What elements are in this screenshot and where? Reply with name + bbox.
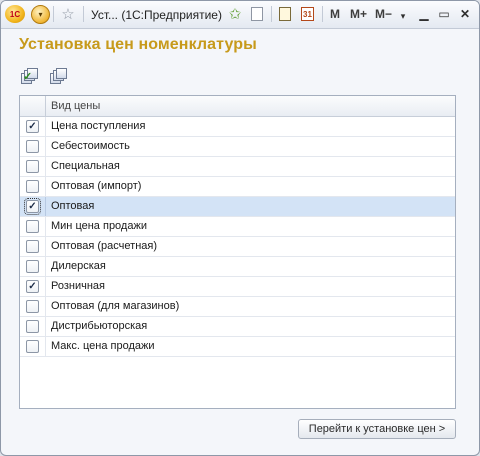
row-checkbox[interactable] [26,260,39,273]
row-check-cell [20,157,46,176]
row-checkbox[interactable]: ✓ [26,120,39,133]
calendar-button[interactable]: 31 [300,5,315,23]
window-title: Уст... (1С:Предприятие) [91,8,222,22]
table-body: ✓ Цена поступления Себестоимость Специальна… [20,117,455,357]
table-row[interactable]: Себестоимость [20,137,455,157]
command-bar: ✓ [21,68,67,86]
price-type-name: Макс. цена продажи [51,340,155,352]
price-type-name: Оптовая [51,200,95,212]
row-checkbox[interactable] [26,240,39,253]
row-checkbox[interactable] [26,320,39,333]
table-row[interactable]: Дистрибьюторская [20,317,455,337]
row-checkbox[interactable] [26,300,39,313]
memory-m-button[interactable]: M [330,5,340,23]
check-column-header[interactable] [20,96,46,116]
memory-minus-button[interactable]: M− [375,5,392,23]
table-row[interactable]: Макс. цена продажи [20,337,455,357]
row-checkbox[interactable] [26,220,39,233]
deselect-all-icon[interactable] [50,68,67,85]
select-all-icon[interactable]: ✓ [21,68,38,85]
title-menu-chevron-icon[interactable]: ▾ [395,7,411,25]
row-check-cell [20,217,46,236]
toolbar-separator [53,6,54,22]
price-type-name: Цена поступления [51,120,146,132]
1c-logo-icon[interactable]: 1С [5,5,25,23]
table-row[interactable]: ✓ Цена поступления [20,117,455,137]
price-type-name: Дистрибьюторская [51,320,148,332]
row-check-cell [20,257,46,276]
row-check-cell [20,237,46,256]
document-button[interactable] [250,5,264,23]
table-row[interactable]: Специальная [20,157,455,177]
toolbar-separator [271,6,272,22]
row-checkbox[interactable]: ✓ [24,198,41,215]
minimize-button[interactable]: ▁ [416,5,432,23]
document-icon [251,7,263,21]
toolbar-separator [322,6,323,22]
go-to-price-setting-button[interactable]: Перейти к установке цен > [298,419,456,439]
dropdown-menu-button[interactable]: ▾ [31,4,50,24]
table-row[interactable]: Мин цена продажи [20,217,455,237]
row-check-cell [20,317,46,336]
table-row[interactable]: Оптовая (для магазинов) [20,297,455,317]
table-row[interactable]: Оптовая (импорт) [20,177,455,197]
row-checkbox[interactable] [26,180,39,193]
table-row[interactable]: Оптовая (расчетная) [20,237,455,257]
row-check-cell: ✓ [20,117,46,136]
dropdown-menu-icon: ▾ [31,4,50,24]
row-check-cell: ✓ [20,277,46,296]
price-type-name: Специальная [51,160,120,172]
row-check-cell [20,337,46,356]
maximize-button[interactable]: ▭ [436,5,452,23]
price-types-table: Вид цены ✓ Цена поступления Себестоимость С… [19,95,456,409]
title-bar: 1С ▾ ☆ Уст... (1С:Предприятие) ✩ 31 M M+… [1,1,479,29]
table-row[interactable]: ✓ Оптовая [20,197,455,217]
table-row[interactable]: ✓ Розничная [20,277,455,297]
add-favorite-icon[interactable]: ✩ [227,5,243,23]
price-type-name: Оптовая (импорт) [51,180,142,192]
price-type-name: Оптовая (для магазинов) [51,300,180,312]
row-check-cell [20,177,46,196]
table-header: Вид цены [20,96,455,117]
form-title: Установка цен номенклатуры [19,36,257,53]
row-checkbox[interactable] [26,340,39,353]
memory-plus-button[interactable]: M+ [350,5,367,23]
form-window: 1С ▾ ☆ Уст... (1С:Предприятие) ✩ 31 M M+… [0,0,480,456]
row-checkbox[interactable] [26,160,39,173]
price-type-name: Дилерская [51,260,106,272]
row-check-cell: ✓ [20,197,46,216]
row-checkbox[interactable] [26,140,39,153]
close-button[interactable]: ✕ [457,5,473,23]
row-checkbox[interactable]: ✓ [26,280,39,293]
column-header-price-type[interactable]: Вид цены [46,96,100,116]
calendar-icon: 31 [301,7,314,21]
price-type-name: Мин цена продажи [51,220,147,232]
price-type-name: Розничная [51,280,105,292]
calculator-icon [279,7,291,21]
row-check-cell [20,297,46,316]
favorite-star-icon[interactable]: ☆ [59,5,77,23]
calculator-button[interactable] [278,5,292,23]
price-type-name: Оптовая (расчетная) [51,240,158,252]
row-check-cell [20,137,46,156]
price-type-name: Себестоимость [51,140,130,152]
table-row[interactable]: Дилерская [20,257,455,277]
toolbar-separator [83,6,84,22]
